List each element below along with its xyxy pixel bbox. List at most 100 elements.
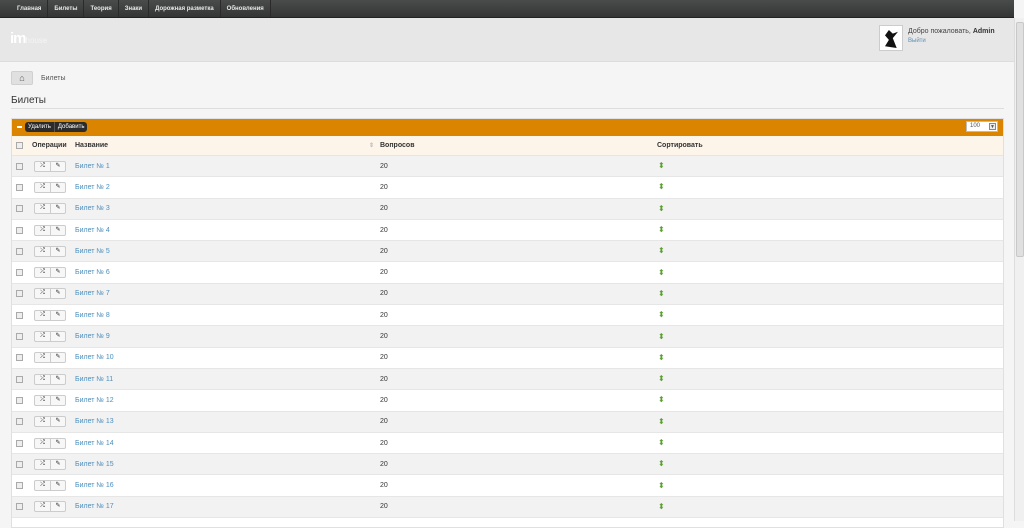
col-name[interactable]: Название bbox=[75, 142, 108, 149]
edit-icon[interactable]: ✎ bbox=[50, 225, 65, 235]
shuffle-icon[interactable]: ⤮ bbox=[35, 204, 50, 213]
edit-icon[interactable]: ✎ bbox=[50, 374, 65, 384]
add-button[interactable]: Добавить bbox=[53, 122, 88, 132]
nav-item[interactable]: Дорожная разметка bbox=[149, 0, 221, 17]
ticket-link[interactable]: Билет № 13 bbox=[75, 418, 114, 425]
shuffle-icon[interactable]: ⤮ bbox=[35, 502, 50, 511]
edit-icon[interactable]: ✎ bbox=[50, 502, 65, 512]
row-checkbox[interactable] bbox=[16, 460, 23, 468]
nav-item[interactable]: Знаки bbox=[119, 0, 150, 17]
sort-arrows-icon[interactable]: ⬍ bbox=[658, 396, 665, 404]
shuffle-icon[interactable]: ⤮ bbox=[35, 396, 50, 405]
shuffle-icon[interactable]: ⤮ bbox=[35, 311, 50, 320]
sort-arrows-icon[interactable]: ⬍ bbox=[658, 481, 665, 490]
sort-arrows-icon[interactable]: ⬍ bbox=[658, 375, 665, 383]
edit-icon[interactable]: ✎ bbox=[50, 417, 65, 427]
shuffle-icon[interactable]: ⤮ bbox=[35, 353, 50, 362]
row-checkbox[interactable] bbox=[16, 482, 23, 490]
nav-item[interactable]: Билеты bbox=[48, 0, 85, 17]
row-checkbox[interactable] bbox=[16, 333, 23, 341]
delete-button[interactable]: Удалить bbox=[25, 122, 54, 132]
shuffle-icon[interactable]: ⤮ bbox=[35, 162, 50, 171]
sort-arrows-icon[interactable]: ⬍ bbox=[658, 353, 665, 362]
logout-link[interactable]: Выйти bbox=[908, 38, 995, 44]
shuffle-icon[interactable]: ⤮ bbox=[35, 460, 50, 469]
edit-icon[interactable]: ✎ bbox=[50, 438, 65, 448]
edit-icon[interactable]: ✎ bbox=[50, 332, 65, 342]
row-checkbox[interactable] bbox=[16, 354, 23, 362]
ticket-link[interactable]: Билет № 16 bbox=[75, 482, 114, 489]
home-icon[interactable]: ⌂ bbox=[11, 71, 33, 85]
ticket-link[interactable]: Билет № 1 bbox=[75, 163, 110, 170]
ticket-link[interactable]: Билет № 5 bbox=[75, 248, 110, 255]
row-checkbox[interactable] bbox=[16, 290, 23, 298]
shuffle-icon[interactable]: ⤮ bbox=[35, 417, 50, 426]
row-checkbox[interactable] bbox=[16, 269, 23, 277]
edit-icon[interactable]: ✎ bbox=[50, 353, 65, 363]
edit-icon[interactable]: ✎ bbox=[50, 246, 65, 256]
ticket-link[interactable]: Билет № 2 bbox=[75, 184, 110, 191]
row-checkbox[interactable] bbox=[16, 396, 23, 404]
row-checkbox[interactable] bbox=[16, 375, 23, 383]
row-checkbox[interactable] bbox=[16, 247, 23, 255]
sort-icon[interactable]: ⇕ bbox=[369, 142, 374, 149]
scrollbar[interactable] bbox=[1014, 18, 1024, 521]
shuffle-icon[interactable]: ⤮ bbox=[35, 183, 50, 192]
row-checkbox[interactable] bbox=[16, 162, 23, 170]
sort-arrows-icon[interactable]: ⬍ bbox=[658, 332, 665, 341]
edit-icon[interactable]: ✎ bbox=[50, 395, 65, 405]
sort-arrows-icon[interactable]: ⬍ bbox=[658, 502, 665, 511]
shuffle-icon[interactable]: ⤮ bbox=[35, 481, 50, 490]
row-checkbox[interactable] bbox=[16, 418, 23, 426]
sort-arrows-icon[interactable]: ⬍ bbox=[658, 183, 665, 191]
sort-arrows-icon[interactable]: ⬍ bbox=[658, 417, 665, 426]
shuffle-icon[interactable]: ⤮ bbox=[35, 247, 50, 256]
shuffle-icon[interactable]: ⤮ bbox=[35, 226, 50, 235]
row-checkbox[interactable] bbox=[16, 311, 23, 319]
row-checkbox[interactable] bbox=[16, 503, 23, 511]
sort-arrows-icon[interactable]: ⬍ bbox=[658, 439, 665, 447]
logo[interactable]: imhouse bbox=[10, 30, 47, 47]
sort-arrows-icon[interactable]: ⬍ bbox=[658, 226, 665, 234]
shuffle-icon[interactable]: ⤮ bbox=[35, 375, 50, 384]
sort-arrows-icon[interactable]: ⬍ bbox=[658, 268, 665, 277]
collapse-icon[interactable] bbox=[17, 126, 22, 128]
ticket-link[interactable]: Билет № 6 bbox=[75, 269, 110, 276]
edit-icon[interactable]: ✎ bbox=[50, 204, 65, 214]
nav-item[interactable]: Главная bbox=[11, 0, 49, 17]
row-checkbox[interactable] bbox=[16, 205, 23, 213]
scrollbar-thumb[interactable] bbox=[1016, 22, 1024, 257]
ticket-link[interactable]: Билет № 14 bbox=[75, 440, 114, 447]
ticket-link[interactable]: Билет № 12 bbox=[75, 397, 114, 404]
ticket-link[interactable]: Билет № 15 bbox=[75, 461, 114, 468]
sort-arrows-icon[interactable]: ⬍ bbox=[658, 289, 665, 298]
ticket-link[interactable]: Билет № 9 bbox=[75, 333, 110, 340]
shuffle-icon[interactable]: ⤮ bbox=[35, 439, 50, 448]
edit-icon[interactable]: ✎ bbox=[50, 481, 65, 491]
edit-icon[interactable]: ✎ bbox=[50, 182, 65, 192]
ticket-link[interactable]: Билет № 8 bbox=[75, 312, 110, 319]
edit-icon[interactable]: ✎ bbox=[50, 268, 65, 278]
ticket-link[interactable]: Билет № 3 bbox=[75, 205, 110, 212]
sort-arrows-icon[interactable]: ⬍ bbox=[658, 204, 665, 213]
row-checkbox[interactable] bbox=[16, 439, 23, 447]
sort-arrows-icon[interactable]: ⬍ bbox=[658, 247, 665, 255]
per-page-select[interactable]: 100 ▼ bbox=[966, 121, 998, 132]
shuffle-icon[interactable]: ⤮ bbox=[35, 268, 50, 277]
shuffle-icon[interactable]: ⤮ bbox=[35, 289, 50, 298]
shuffle-icon[interactable]: ⤮ bbox=[35, 332, 50, 341]
select-all-checkbox[interactable] bbox=[16, 142, 23, 149]
nav-item[interactable]: Обновления bbox=[221, 0, 271, 17]
edit-icon[interactable]: ✎ bbox=[50, 459, 65, 469]
edit-icon[interactable]: ✎ bbox=[50, 310, 65, 320]
ticket-link[interactable]: Билет № 7 bbox=[75, 290, 110, 297]
ticket-link[interactable]: Билет № 4 bbox=[75, 227, 110, 234]
ticket-link[interactable]: Билет № 11 bbox=[75, 376, 113, 383]
edit-icon[interactable]: ✎ bbox=[50, 161, 65, 171]
sort-arrows-icon[interactable]: ⬍ bbox=[658, 460, 665, 468]
sort-arrows-icon[interactable]: ⬍ bbox=[658, 162, 665, 170]
row-checkbox[interactable] bbox=[16, 183, 23, 191]
edit-icon[interactable]: ✎ bbox=[50, 289, 65, 299]
row-checkbox[interactable] bbox=[16, 226, 23, 234]
ticket-link[interactable]: Билет № 10 bbox=[75, 354, 114, 361]
